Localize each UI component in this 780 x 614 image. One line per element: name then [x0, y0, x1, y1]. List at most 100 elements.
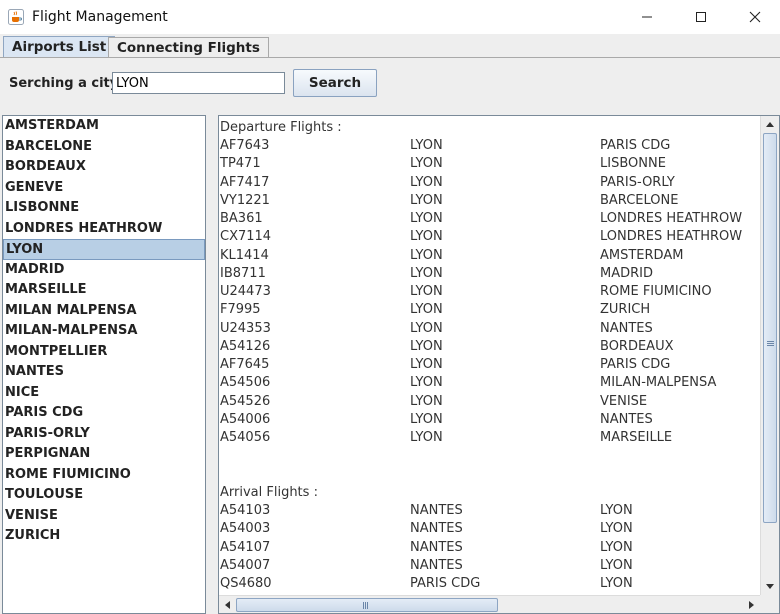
- vertical-scroll-thumb[interactable]: [763, 133, 777, 523]
- flight-destination: LONDRES HEATHROW: [600, 211, 743, 226]
- scroll-right-arrow-icon[interactable]: [743, 596, 759, 613]
- app-window: Flight Management Airports List Connecti…: [0, 0, 780, 614]
- city-list-item[interactable]: MONTPELLIER: [3, 342, 205, 363]
- flight-destination: PARIS CDG: [600, 357, 671, 372]
- flight-destination: NANTES: [600, 411, 653, 427]
- scroll-up-arrow-icon[interactable]: [761, 116, 779, 132]
- flight-number: KL1414: [220, 247, 269, 263]
- flight-origin: LYON: [410, 265, 443, 281]
- airport-list[interactable]: AMSTERDAM BARCELONE BORDEAUX GENEVE LISBONNE…: [2, 115, 206, 614]
- flight-origin: PARIS CDG: [410, 576, 481, 591]
- tab-airports-list[interactable]: Airports List: [3, 36, 116, 58]
- minimize-button[interactable]: [624, 0, 670, 34]
- flight-number: F7995: [220, 302, 261, 318]
- flights-content: Departure Flights : Arrival Flights : AF…: [219, 116, 761, 596]
- flight-origin: LYON: [410, 375, 443, 391]
- flight-origin: LYON: [410, 211, 443, 226]
- flight-origin: LYON: [410, 393, 443, 409]
- city-list-item[interactable]: NICE: [3, 383, 205, 404]
- tab-bar: Airports List Connecting Flights: [0, 34, 780, 58]
- city-list-item[interactable]: PARIS CDG: [3, 403, 205, 424]
- city-list-item[interactable]: PERPIGNAN: [3, 444, 205, 465]
- flight-number: A54006: [220, 411, 271, 427]
- departure-flights-heading: Departure Flights :: [220, 120, 342, 135]
- city-list-item[interactable]: PARIS-ORLY: [3, 424, 205, 445]
- flight-destination: PARIS-ORLY: [600, 174, 675, 190]
- flight-destination: MILAN-MALPENSA: [600, 375, 717, 391]
- flight-origin: LYON: [410, 247, 443, 263]
- city-list-item[interactable]: MILAN MALPENSA: [3, 301, 205, 322]
- horizontal-scrollbar[interactable]: [219, 595, 760, 613]
- flight-number: TP471: [220, 156, 261, 172]
- flight-origin: LYON: [410, 138, 443, 153]
- city-list-item[interactable]: TOULOUSE: [3, 485, 205, 506]
- city-list-item[interactable]: LONDRES HEATHROW: [3, 219, 205, 240]
- search-label: Serching a city:: [9, 76, 124, 91]
- flight-number: A54007: [220, 557, 271, 573]
- flight-origin: LYON: [410, 174, 443, 190]
- tab-connecting-flights[interactable]: Connecting Flights: [108, 37, 269, 57]
- flights-panel: Departure Flights : Arrival Flights : AF…: [218, 115, 780, 614]
- city-list-item[interactable]: MILAN-MALPENSA: [3, 321, 205, 342]
- flight-number: AF7645: [220, 357, 270, 372]
- flight-origin: LYON: [410, 284, 443, 299]
- flight-origin: LYON: [410, 320, 443, 336]
- flight-number: A54126: [220, 338, 271, 354]
- flight-destination: LISBONNE: [600, 156, 666, 172]
- maximize-icon: [696, 12, 706, 22]
- flight-destination: LONDRES HEATHROW: [600, 229, 743, 245]
- city-list-item[interactable]: AMSTERDAM: [3, 116, 205, 137]
- flight-number: U24353: [220, 320, 271, 336]
- flight-destination: MADRID: [600, 265, 653, 281]
- flight-origin: NANTES: [410, 557, 463, 573]
- flight-number: VY1221: [220, 192, 270, 208]
- close-icon: [749, 11, 761, 23]
- flight-number: U24473: [220, 284, 271, 299]
- flight-number: A54103: [220, 503, 271, 518]
- city-list-item[interactable]: ROME FIUMICINO: [3, 465, 205, 486]
- flight-origin: NANTES: [410, 539, 463, 555]
- flight-number: A54526: [220, 393, 271, 409]
- flight-number: A54056: [220, 430, 271, 445]
- horizontal-scroll-thumb[interactable]: [236, 598, 498, 612]
- flight-number: AF7643: [220, 138, 270, 153]
- city-list-item[interactable]: BARCELONE: [3, 137, 205, 158]
- city-list-item[interactable]: NANTES: [3, 362, 205, 383]
- flight-origin: LYON: [410, 357, 443, 372]
- flight-origin: LYON: [410, 156, 443, 172]
- flight-origin: LYON: [410, 229, 443, 245]
- flight-origin: LYON: [410, 338, 443, 354]
- java-cup-icon: [8, 9, 24, 25]
- flight-origin: NANTES: [410, 521, 463, 537]
- flight-destination: NANTES: [600, 320, 653, 336]
- scroll-left-arrow-icon[interactable]: [219, 596, 235, 613]
- flight-destination: PARIS CDG: [600, 138, 671, 153]
- flight-origin: LYON: [410, 411, 443, 427]
- flight-number: A54506: [220, 375, 271, 391]
- maximize-button[interactable]: [678, 0, 724, 34]
- scrollbar-corner: [760, 595, 779, 613]
- city-list-item[interactable]: LISBONNE: [3, 198, 205, 219]
- city-list-item[interactable]: GENEVE: [3, 178, 205, 199]
- title-bar: Flight Management: [0, 0, 780, 34]
- flight-destination: LYON: [600, 503, 633, 518]
- flight-destination: BARCELONE: [600, 192, 679, 208]
- city-list-item[interactable]: BORDEAUX: [3, 157, 205, 178]
- city-list-item[interactable]: MARSEILLE: [3, 280, 205, 301]
- city-list-item[interactable]: ZURICH: [3, 526, 205, 547]
- city-list-item[interactable]: MADRID: [3, 260, 205, 281]
- flight-destination: VENISE: [600, 393, 648, 409]
- close-button[interactable]: [732, 0, 778, 34]
- flight-number: BA361: [220, 211, 263, 226]
- vertical-scrollbar[interactable]: [760, 116, 779, 595]
- flight-number: A54107: [220, 539, 271, 555]
- search-button[interactable]: Search: [293, 69, 377, 97]
- city-search-input[interactable]: [112, 72, 285, 94]
- window-title: Flight Management: [32, 9, 168, 25]
- city-list-item[interactable]: LYON: [3, 239, 205, 260]
- scroll-down-arrow-icon[interactable]: [761, 578, 779, 594]
- flight-number: A54003: [220, 521, 271, 537]
- city-list-item[interactable]: VENISE: [3, 506, 205, 527]
- flight-origin: NANTES: [410, 503, 463, 518]
- flight-destination: LYON: [600, 521, 633, 537]
